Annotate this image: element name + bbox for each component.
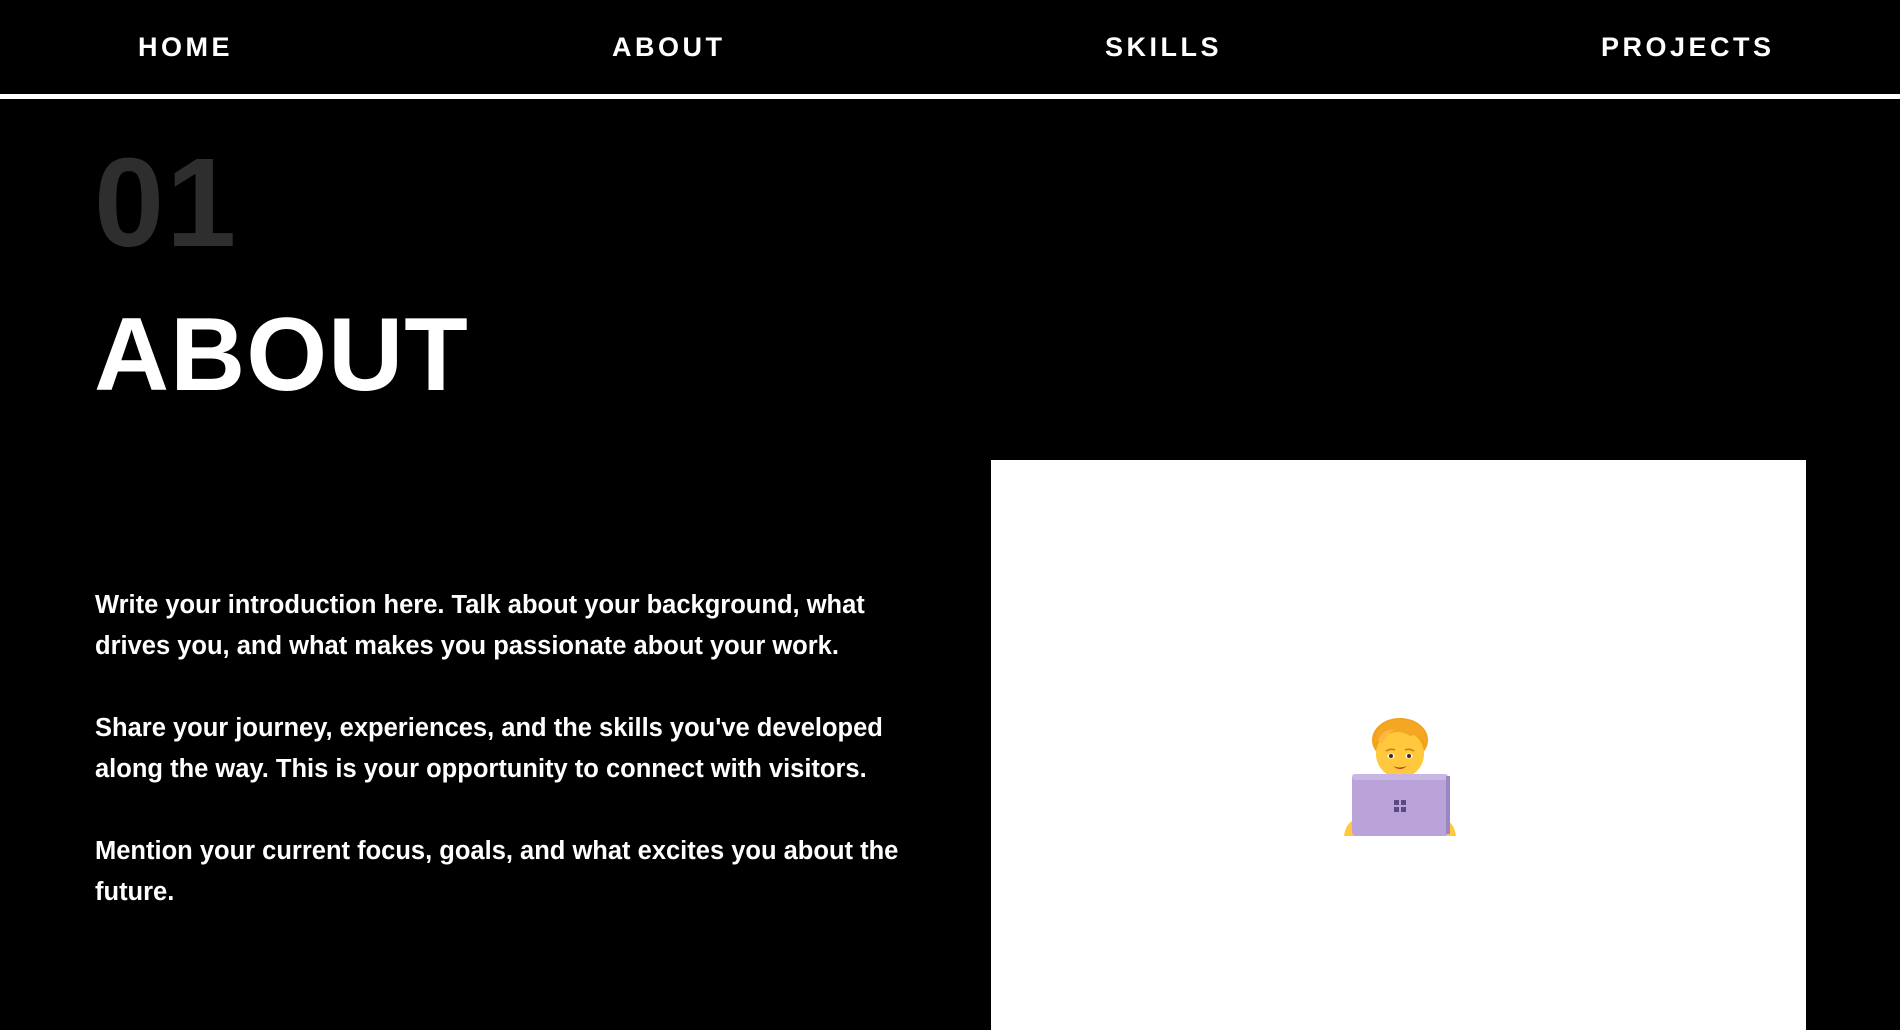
intro-paragraph: Share your journey, experiences, and the… [95, 714, 883, 783]
nav-link-skills[interactable]: SKILLS [1105, 32, 1222, 62]
nav-link-home[interactable]: HOME [138, 32, 233, 62]
technologist-emoji-icon [1344, 718, 1456, 836]
intro-text-block: Write your introduction here. Talk about… [95, 585, 915, 954]
section-number: 01 [94, 132, 239, 273]
top-navigation: HOME ABOUT SKILLS PROJECTS [0, 0, 1900, 99]
section-title: ABOUT [94, 297, 469, 413]
nav-link-projects[interactable]: PROJECTS [1601, 32, 1775, 62]
intro-paragraph: Write your introduction here. Talk about… [95, 591, 865, 660]
nav-link-about[interactable]: ABOUT [612, 32, 726, 62]
intro-paragraph: Mention your current focus, goals, and w… [95, 837, 899, 906]
